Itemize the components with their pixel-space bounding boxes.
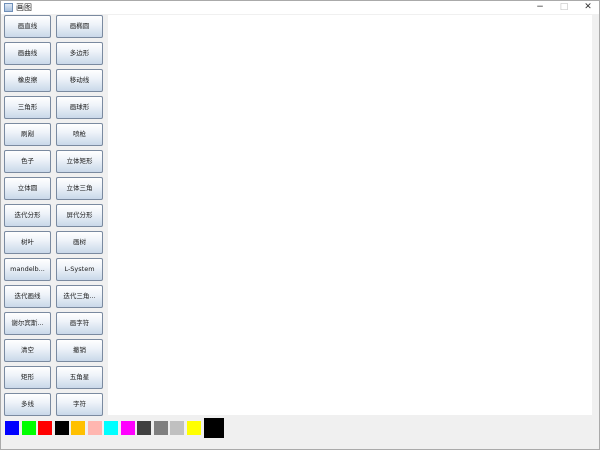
title-bar[interactable]: 画图 − □ ✕ (1, 1, 599, 14)
window-title: 画图 (16, 3, 32, 12)
close-button[interactable]: ✕ (576, 1, 600, 14)
tool-button[interactable]: 五角星 (56, 366, 103, 389)
tool-button[interactable]: 屏代分形 (56, 204, 103, 227)
minimize-button[interactable]: − (528, 1, 552, 14)
color-swatch[interactable] (186, 421, 201, 435)
tool-button[interactable]: 色子 (4, 150, 51, 173)
color-swatch[interactable] (170, 421, 184, 435)
tool-button[interactable]: 撤销 (56, 339, 103, 362)
color-swatch[interactable] (54, 421, 69, 435)
tool-button[interactable]: 立体圆 (4, 177, 51, 200)
tool-button[interactable]: 画椭圆 (56, 15, 103, 38)
color-swatch[interactable] (153, 421, 168, 435)
drawing-canvas[interactable] (108, 15, 592, 415)
tool-button[interactable]: 迭代画线 (4, 285, 51, 308)
tool-button[interactable]: 橡皮擦 (4, 69, 51, 92)
tool-button[interactable]: 画曲线 (4, 42, 51, 65)
canvas-edge (592, 15, 599, 415)
tool-button[interactable]: 画树 (56, 231, 103, 254)
tool-button[interactable]: 三角形 (4, 96, 51, 119)
color-swatch[interactable] (38, 421, 52, 435)
tool-button[interactable]: 迭代三角... (56, 285, 103, 308)
tool-button[interactable]: 迭代分形 (4, 204, 51, 227)
tool-button[interactable]: 画直线 (4, 15, 51, 38)
tool-button[interactable]: 谢尔宾斯... (4, 312, 51, 335)
color-swatch[interactable] (5, 421, 19, 435)
tool-button[interactable]: 多边形 (56, 42, 103, 65)
color-swatch[interactable] (87, 421, 102, 435)
tool-button[interactable]: 移动线 (56, 69, 103, 92)
app-icon (4, 3, 13, 12)
tool-button[interactable]: 多线 (4, 393, 51, 416)
color-swatch[interactable] (71, 421, 85, 435)
tool-button[interactable]: 清空 (4, 339, 51, 362)
color-swatch[interactable] (104, 421, 118, 435)
tool-button[interactable]: 画字符 (56, 312, 103, 335)
color-swatch[interactable] (137, 421, 151, 435)
tool-button[interactable]: 树叶 (4, 231, 51, 254)
tool-button[interactable]: 立体矩形 (56, 150, 103, 173)
tool-button[interactable]: 刷剐 (4, 123, 51, 146)
tool-button[interactable]: 矩形 (4, 366, 51, 389)
tool-button[interactable]: mandelb... (4, 258, 51, 281)
tool-button[interactable]: 画球形 (56, 96, 103, 119)
maximize-button[interactable]: □ (552, 1, 576, 14)
tool-button[interactable]: 喷枪 (56, 123, 103, 146)
tool-button[interactable]: 字符 (56, 393, 103, 416)
paint-window: 画图 − □ ✕ 画直线 画椭圆 画曲线 多边形 橡皮擦 移动线 三角形 画球形 刷剐 喷枪 色子立… (0, 0, 600, 450)
current-color-swatch (204, 418, 224, 438)
tool-button[interactable]: 立体三角 (56, 177, 103, 200)
color-swatch[interactable] (120, 421, 135, 435)
color-swatch[interactable] (21, 421, 36, 435)
tool-button[interactable]: L-System (56, 258, 103, 281)
